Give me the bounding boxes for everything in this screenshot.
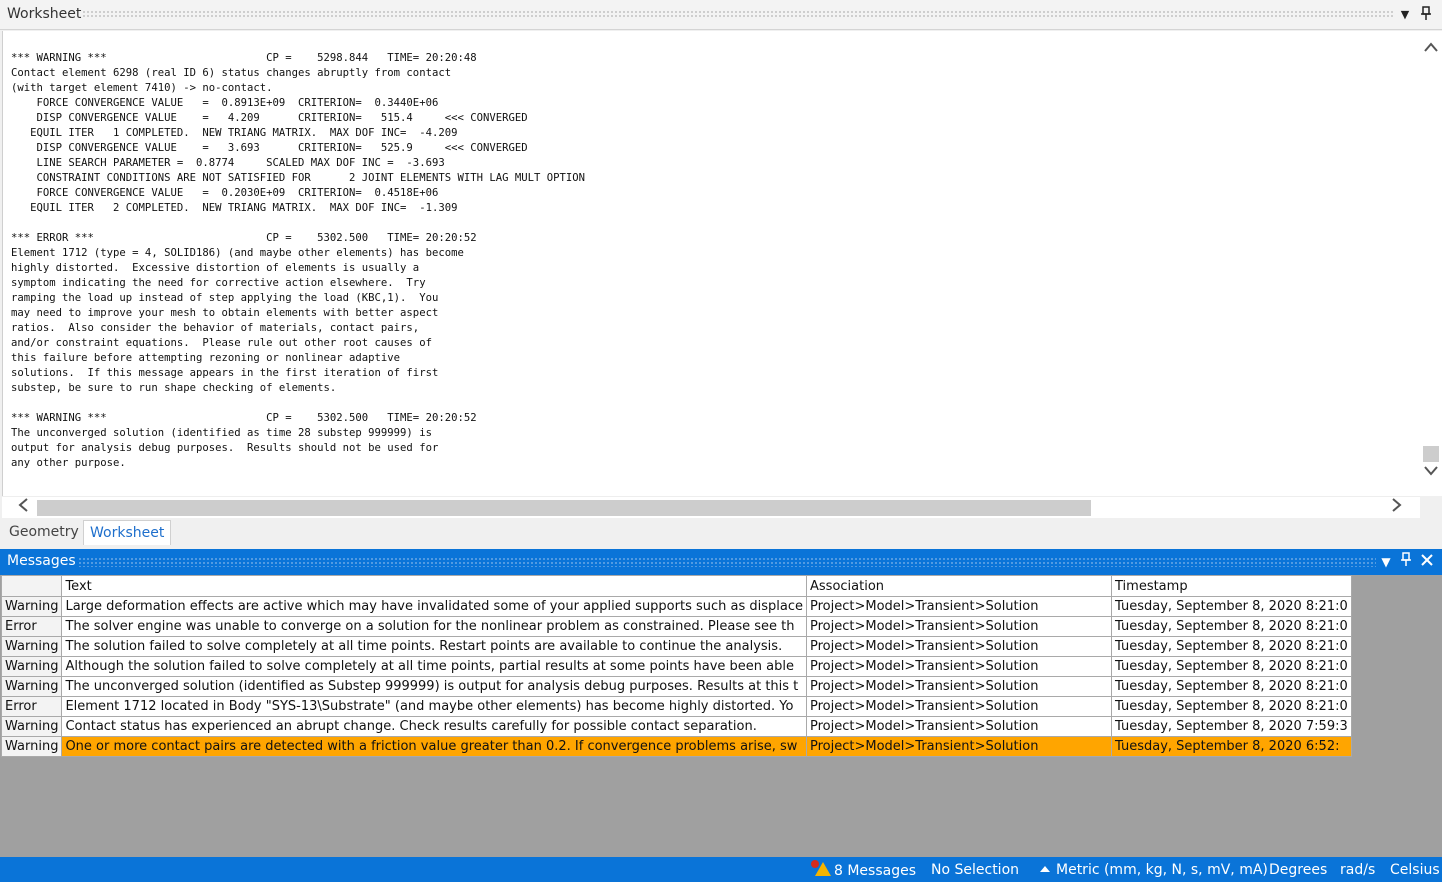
messages-table: Text Association Timestamp Warning Large… [0,575,1352,757]
severity-column-header[interactable] [0,575,63,597]
severity-cell: Warning [0,736,63,757]
selection-status: No Selection [931,862,1020,878]
timestamp-cell: Tuesday, September 8, 2020 8:21:0 [1111,676,1352,697]
tab-geometry[interactable]: Geometry [3,520,85,544]
warning-icon [811,860,831,876]
timestamp-cell: Tuesday, September 8, 2020 8:21:0 [1111,596,1352,617]
timestamp-cell: Tuesday, September 8, 2020 6:52: [1111,736,1352,757]
vertical-scroll-thumb[interactable] [1423,446,1439,462]
scroll-up-icon[interactable] [1420,41,1442,61]
severity-cell: Warning [0,636,63,657]
scroll-down-icon[interactable] [1420,465,1442,485]
association-cell: Project>Model>Transient>Solution [806,616,1112,637]
table-row[interactable]: Warning Contact status has experienced a… [0,716,1352,737]
severity-cell: Error [0,696,63,717]
timestamp-cell: Tuesday, September 8, 2020 7:59:3 [1111,716,1352,737]
timestamp-cell: Tuesday, September 8, 2020 8:21:0 [1111,656,1352,677]
message-text-cell: Contact status has experienced an abrupt… [61,716,807,737]
messages-pin-icon[interactable] [1397,552,1415,572]
association-column-header[interactable]: Association [806,575,1112,597]
timestamp-cell: Tuesday, September 8, 2020 8:21:0 [1111,616,1352,637]
table-row-selected[interactable]: Warning One or more contact pairs are de… [0,736,1352,757]
vertical-scrollbar[interactable] [1420,31,1442,496]
messages-count: 8 Messages [834,863,917,879]
messages-dropdown-icon[interactable]: ▼ [1377,552,1395,572]
table-row[interactable]: Warning Although the solution failed to … [0,656,1352,677]
tab-worksheet[interactable]: Worksheet [83,520,172,545]
timestamp-cell: Tuesday, September 8, 2020 8:21:0 [1111,636,1352,657]
message-text-cell: Although the solution failed to solve co… [61,656,807,677]
timestamp-column-header[interactable]: Timestamp [1111,575,1352,597]
message-text-cell: Element 1712 located in Body "SYS-13\Sub… [61,696,807,717]
severity-cell: Warning [0,676,63,697]
temperature-unit-status[interactable]: Celsius [1390,862,1440,878]
worksheet-title: Worksheet [7,6,82,22]
messages-header: Messages ▼ [0,549,1442,575]
rotational-unit-status[interactable]: rad/s [1340,862,1375,878]
messages-title: Messages [7,553,76,569]
table-row[interactable]: Warning Large deformation effects are ac… [0,596,1352,617]
association-cell: Project>Model>Transient>Solution [806,656,1112,677]
severity-cell: Warning [0,596,63,617]
scroll-left-icon[interactable] [12,497,34,519]
association-cell: Project>Model>Transient>Solution [806,636,1112,657]
view-tabs: Geometry Worksheet [0,518,1442,548]
severity-cell: Warning [0,656,63,677]
timestamp-cell: Tuesday, September 8, 2020 8:21:0 [1111,696,1352,717]
message-text-cell: The solver engine was unable to converge… [61,616,807,637]
message-text-cell: The solution failed to solve completely … [61,636,807,657]
pin-icon[interactable] [1418,6,1434,24]
messages-grip[interactable] [78,557,1376,567]
unit-system-status[interactable]: Metric (mm, kg, N, s, mV, mA) [1040,862,1268,878]
dropdown-arrow-icon[interactable]: ▼ [1397,6,1413,24]
table-row[interactable]: Warning The unconverged solution (identi… [0,676,1352,697]
text-column-header[interactable]: Text [61,575,807,597]
horizontal-scrollbar[interactable] [2,496,1420,519]
association-cell: Project>Model>Transient>Solution [806,716,1112,737]
messages-close-icon[interactable] [1418,552,1436,572]
header-grip[interactable] [82,10,1394,19]
association-cell: Project>Model>Transient>Solution [806,596,1112,617]
table-row[interactable]: Error The solver engine was unable to co… [0,616,1352,637]
association-cell: Project>Model>Transient>Solution [806,696,1112,717]
message-text-cell: Large deformation effects are active whi… [61,596,807,617]
association-cell: Project>Model>Transient>Solution [806,736,1112,757]
solver-output-log: *** WARNING *** CP = 5298.844 TIME= 20:2… [11,52,586,469]
message-text-cell: One or more contact pairs are detected w… [61,736,807,757]
table-row[interactable]: Error Element 1712 located in Body "SYS-… [0,696,1352,717]
association-cell: Project>Model>Transient>Solution [806,676,1112,697]
status-bar: 8 Messages No Selection Metric (mm, kg, … [0,857,1442,882]
severity-cell: Warning [0,716,63,737]
message-text-cell: The unconverged solution (identified as … [61,676,807,697]
scroll-right-icon[interactable] [1386,497,1408,519]
severity-cell: Error [0,616,63,637]
messages-panel: Text Association Timestamp Warning Large… [0,575,1442,857]
table-header-row: Text Association Timestamp [0,575,1352,597]
worksheet-content[interactable]: *** WARNING *** CP = 5298.844 TIME= 20:2… [2,31,1421,496]
worksheet-header: Worksheet ▼ [0,0,1442,30]
horizontal-scroll-thumb[interactable] [37,500,1091,516]
unit-system-label: Metric (mm, kg, N, s, mV, mA) [1056,862,1268,878]
caret-up-icon [1040,866,1050,872]
table-row[interactable]: Warning The solution failed to solve com… [0,636,1352,657]
angle-unit-status[interactable]: Degrees [1269,862,1327,878]
messages-status[interactable]: 8 Messages [811,860,917,879]
